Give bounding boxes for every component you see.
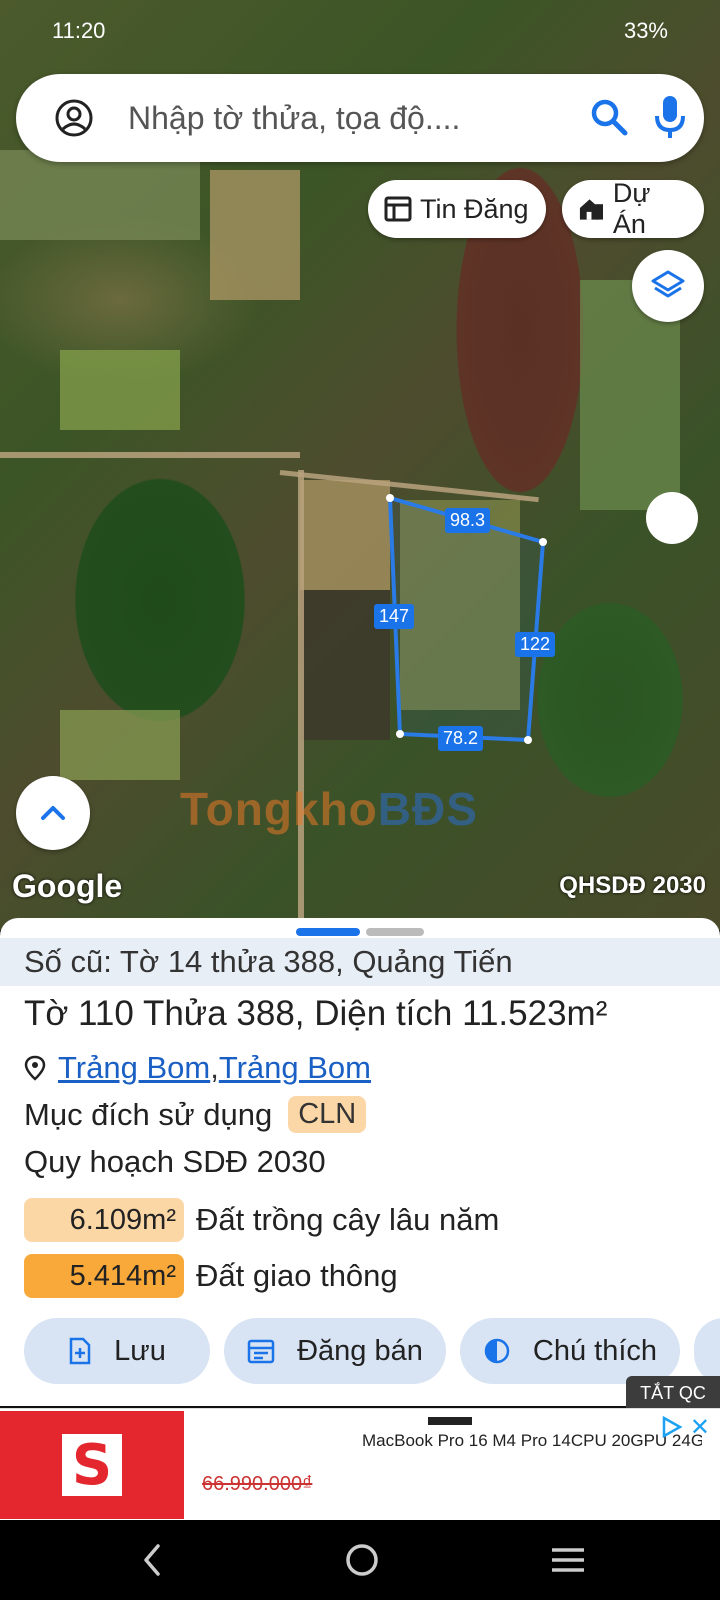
listing-icon bbox=[384, 196, 412, 222]
location-pin-icon bbox=[24, 1055, 46, 1081]
parcel-title: Tờ 110 Thửa 388, Diện tích 11.523m² bbox=[24, 994, 608, 1033]
status-bar: 11:20 33% bbox=[0, 0, 720, 60]
hide-ads-button[interactable]: TẮT QC bbox=[626, 1376, 720, 1410]
ad-banner[interactable]: S MacBook Pro 16 M4 Pro 14CPU 20GPU 24G.… bbox=[0, 1408, 720, 1520]
google-logo: Google bbox=[12, 868, 123, 904]
listings-chip-label: Tin Đăng bbox=[420, 193, 529, 224]
back-icon[interactable] bbox=[138, 1540, 166, 1580]
ad-brand-letter: S bbox=[62, 1433, 122, 1498]
location-row: Trảng Bom, Trảng Bom bbox=[24, 1050, 371, 1086]
usage-code-badge: CLN bbox=[288, 1096, 367, 1133]
add-file-icon bbox=[69, 1337, 91, 1365]
province-link[interactable]: Trảng Bom bbox=[219, 1050, 371, 1086]
usage-purpose-row: Mục đích sử dụng CLN bbox=[24, 1096, 367, 1133]
land-use-area: 5.414m² bbox=[24, 1254, 184, 1298]
segment-label-bottom: 78.2 bbox=[438, 726, 484, 751]
recents-icon[interactable] bbox=[548, 1540, 588, 1580]
layer-label: QHSDĐ 2030 bbox=[559, 872, 706, 899]
usage-purpose-label: Mục đích sử dụng bbox=[24, 1096, 273, 1132]
map-marker-handle[interactable] bbox=[646, 492, 698, 544]
watermark-text-a: Tongkho bbox=[180, 783, 378, 835]
microphone-icon[interactable] bbox=[652, 94, 688, 140]
layers-button[interactable] bbox=[632, 250, 704, 322]
parcel-info-sheet[interactable]: Số cũ: Tờ 14 thửa 388, Quảng Tiến Tờ 110… bbox=[0, 918, 720, 1406]
search-input[interactable] bbox=[128, 94, 548, 142]
post-sale-button[interactable]: Đăng bán bbox=[224, 1318, 446, 1384]
watermark-text-b: BĐS bbox=[377, 783, 478, 835]
chevron-up-icon bbox=[41, 806, 65, 820]
segment-label-right: 122 bbox=[515, 632, 556, 657]
legend-button-label: Chú thích bbox=[532, 1334, 658, 1367]
more-action-button[interactable] bbox=[694, 1318, 720, 1384]
sheet-handle[interactable] bbox=[366, 928, 424, 936]
post-sale-button-label: Đăng bán bbox=[297, 1334, 423, 1367]
battery-level: 33% bbox=[623, 18, 668, 43]
land-use-area: 6.109m² bbox=[24, 1198, 184, 1242]
home-icon[interactable] bbox=[342, 1540, 382, 1580]
ad-title[interactable]: MacBook Pro 16 M4 Pro 14CPU 20GPU 24G... bbox=[362, 1431, 702, 1451]
ad-price: 66.990.000₫ bbox=[202, 1473, 313, 1495]
location-separator: , bbox=[210, 1050, 219, 1085]
search-icon[interactable] bbox=[588, 96, 630, 138]
ad-brand-logo: S bbox=[0, 1411, 184, 1519]
save-button[interactable]: Lưu bbox=[24, 1318, 210, 1384]
projects-chip[interactable]: Dự Án bbox=[562, 178, 704, 239]
district-link[interactable]: Trảng Bom bbox=[58, 1050, 210, 1086]
calendar-icon bbox=[247, 1339, 275, 1364]
segment-label-left: 147 bbox=[374, 604, 415, 629]
sheet-handle-active[interactable] bbox=[296, 928, 360, 936]
map-view[interactable]: 98.3 147 122 78.2 TongkhoBĐS Google QHSD… bbox=[0, 0, 720, 930]
status-time: 11:20 bbox=[52, 18, 106, 43]
buildings-icon bbox=[579, 199, 603, 220]
save-button-label: Lưu bbox=[114, 1334, 166, 1367]
old-parcel-info: Số cũ: Tờ 14 thửa 388, Quảng Tiến bbox=[0, 938, 720, 986]
account-icon[interactable] bbox=[54, 98, 94, 138]
land-use-row: 6.109m² Đất trồng cây lâu năm bbox=[24, 1198, 499, 1242]
projects-chip-label: Dự Án bbox=[612, 178, 651, 239]
land-use-label: Đất giao thông bbox=[196, 1258, 398, 1293]
listings-chip[interactable]: Tin Đăng bbox=[368, 180, 546, 238]
contrast-icon bbox=[484, 1338, 510, 1364]
ad-choices-icon[interactable] bbox=[660, 1415, 684, 1439]
search-bar[interactable] bbox=[16, 74, 704, 162]
watermark: TongkhoBĐS bbox=[180, 782, 478, 836]
expand-button[interactable] bbox=[16, 776, 90, 850]
system-nav-bar bbox=[0, 1520, 720, 1600]
land-use-row: 5.414m² Đất giao thông bbox=[24, 1254, 398, 1298]
legend-button[interactable]: Chú thích bbox=[460, 1318, 680, 1384]
layers-icon bbox=[651, 270, 685, 298]
segment-label-top: 98.3 bbox=[445, 508, 491, 533]
ad-product-thumbnail bbox=[428, 1417, 472, 1425]
plan-label: Quy hoạch SDĐ 2030 bbox=[24, 1144, 326, 1179]
ad-close-icon[interactable]: ✕ bbox=[690, 1413, 710, 1442]
land-use-label: Đất trồng cây lâu năm bbox=[196, 1202, 500, 1237]
